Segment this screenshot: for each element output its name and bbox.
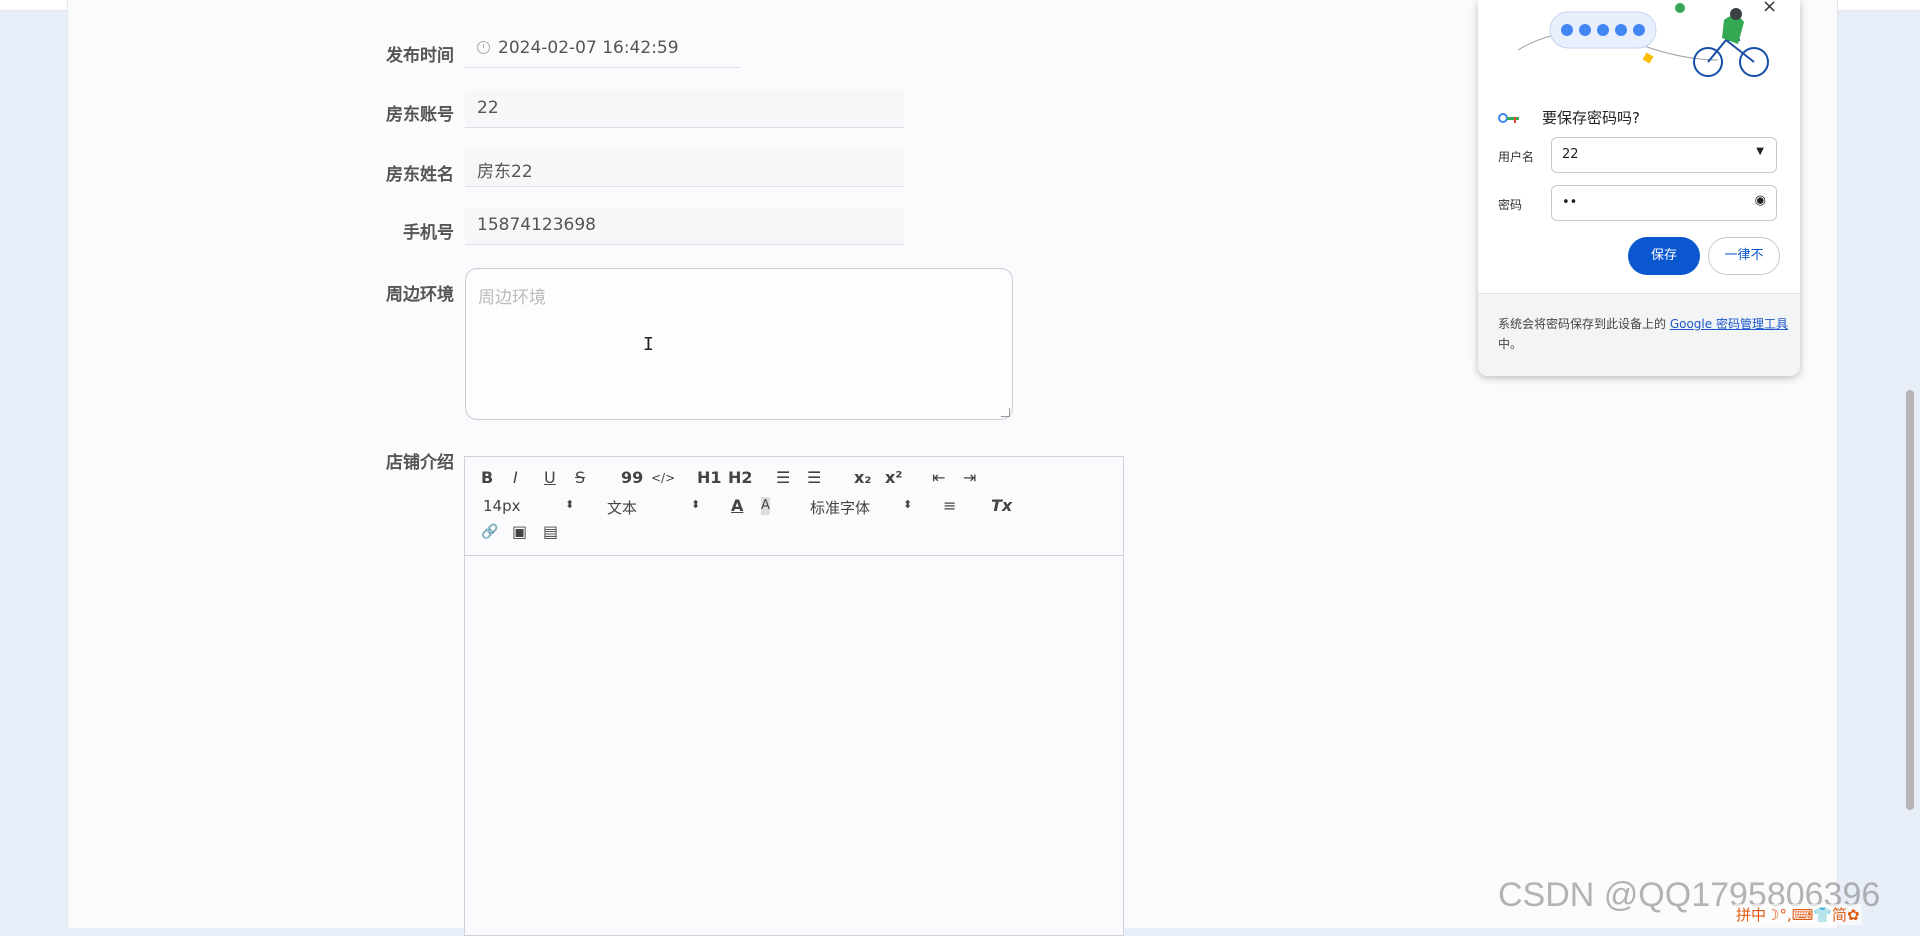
- text-style-select[interactable]: 文本: [607, 497, 637, 518]
- underline-button[interactable]: U: [544, 469, 556, 487]
- shop-intro-label: 店铺介绍: [386, 453, 454, 473]
- editor-content-area[interactable]: [465, 556, 1123, 936]
- quote-button[interactable]: 99: [621, 469, 643, 487]
- dropdown-arrow-icon: ▼: [1756, 146, 1764, 157]
- popup-footer-text: 系统会将密码保存到此设备上的 Google 密码管理工具中。: [1498, 317, 1788, 351]
- eye-icon[interactable]: ◉: [1755, 193, 1766, 208]
- clear-format-button[interactable]: Tx: [991, 497, 1012, 515]
- h2-button[interactable]: H2: [728, 469, 753, 487]
- outdent-button[interactable]: ⇤: [932, 469, 945, 487]
- password-manager-link[interactable]: Google 密码管理工具: [1670, 317, 1788, 331]
- phone-field[interactable]: 15874123698: [465, 207, 904, 245]
- publish-time-field[interactable]: 2024-02-07 16:42:59: [465, 30, 740, 68]
- scrollbar-thumb[interactable]: [1906, 390, 1914, 810]
- bg-color-button[interactable]: A: [761, 497, 770, 515]
- landlord-account-label: 房东账号: [386, 105, 454, 125]
- landlord-name-value: 房东22: [477, 162, 533, 182]
- key-icon: [1498, 109, 1520, 128]
- code-button[interactable]: </>: [651, 469, 675, 487]
- text-cursor-icon: I: [643, 334, 654, 355]
- phone-value: 15874123698: [477, 215, 596, 235]
- ime-toolbar[interactable]: 拼中☽°,⌨👕简✿: [1734, 904, 1862, 925]
- ordered-list-button[interactable]: ☰: [776, 469, 790, 487]
- h1-button[interactable]: H1: [697, 469, 722, 487]
- landlord-name-field[interactable]: 房东22: [465, 149, 904, 187]
- password-value: ••: [1562, 195, 1578, 210]
- link-button[interactable]: 🔗: [481, 523, 498, 541]
- editor-toolbar: B I U S 99 </> H1 H2 ☰ ☰ x₂ x² ⇤ ⇥ 14px …: [465, 457, 1123, 556]
- username-value: 22: [1562, 147, 1579, 162]
- password-label: 密码: [1498, 198, 1523, 212]
- password-field[interactable]: •• ◉: [1551, 185, 1777, 221]
- font-color-button[interactable]: A: [731, 497, 743, 515]
- publish-time-value: 2024-02-07 16:42:59: [498, 38, 679, 58]
- font-size-select[interactable]: 14px: [483, 497, 521, 515]
- indent-button[interactable]: ⇥: [963, 469, 976, 487]
- font-family-select[interactable]: 标准字体: [810, 497, 870, 518]
- popup-footer: 系统会将密码保存到此设备上的 Google 密码管理工具中。: [1478, 293, 1800, 376]
- bold-button[interactable]: B: [481, 469, 493, 487]
- surroundings-label: 周边环境: [386, 285, 454, 305]
- surroundings-textarea[interactable]: 周边环境: [465, 268, 1013, 420]
- text-style-chevron-icon: ⬍: [691, 498, 701, 511]
- clock-icon: [477, 41, 490, 54]
- rich-text-editor[interactable]: B I U S 99 </> H1 H2 ☰ ☰ x₂ x² ⇤ ⇥ 14px …: [464, 456, 1124, 936]
- italic-button[interactable]: I: [513, 469, 518, 487]
- landlord-account-value: 22: [477, 98, 499, 118]
- popup-title: 要保存密码吗?: [1542, 109, 1640, 127]
- resize-handle[interactable]: [1001, 408, 1010, 417]
- landlord-name-label: 房东姓名: [386, 165, 454, 185]
- landlord-account-field[interactable]: 22: [465, 90, 904, 128]
- font-family-chevron-icon: ⬍: [903, 498, 913, 511]
- username-label: 用户名: [1498, 150, 1535, 164]
- save-button[interactable]: 保存: [1628, 237, 1700, 275]
- image-button[interactable]: ▣: [512, 523, 527, 541]
- username-select[interactable]: 22 ▼: [1551, 137, 1777, 173]
- surroundings-placeholder: 周边环境: [478, 288, 546, 308]
- close-icon[interactable]: ×: [1762, 0, 1777, 17]
- subscript-button[interactable]: x₂: [854, 469, 871, 487]
- bullet-list-button[interactable]: ☰: [807, 469, 821, 487]
- font-size-chevron-icon: ⬍: [565, 498, 575, 511]
- superscript-button[interactable]: x²: [885, 469, 902, 487]
- align-button[interactable]: ≡: [943, 497, 956, 515]
- save-password-popup: × 要保存密码吗? 用户名 22 ▼ 密码 •• ◉ 保存 一律不 系统会将密码…: [1478, 0, 1800, 376]
- publish-time-label: 发布时间: [386, 46, 454, 66]
- strike-button[interactable]: S: [575, 469, 585, 487]
- phone-label: 手机号: [403, 223, 454, 243]
- video-button[interactable]: ▤: [543, 523, 558, 541]
- bike-illustration: [1517, 3, 1769, 77]
- never-button[interactable]: 一律不: [1708, 237, 1780, 275]
